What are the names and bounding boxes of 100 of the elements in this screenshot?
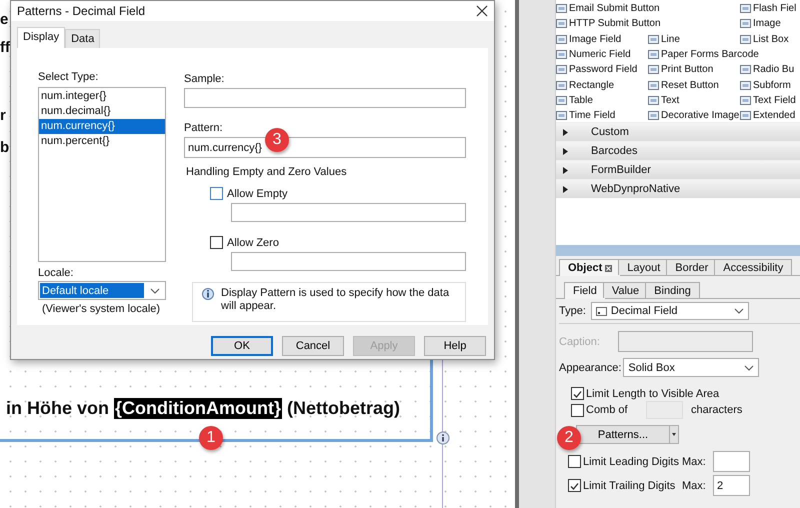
field-label: Max: [682, 456, 707, 468]
type-dropdown[interactable]: Decimal Field [590, 302, 749, 320]
category-header[interactable]: FormBuilder [556, 161, 800, 179]
checkbox[interactable] [568, 455, 581, 468]
library-item[interactable]: Image [753, 18, 781, 30]
dropdown-arrow-button[interactable] [670, 425, 679, 444]
value-field[interactable] [231, 203, 466, 222]
sample-field[interactable] [184, 88, 466, 108]
library-item[interactable]: Email Submit Button [569, 3, 660, 14]
category-header[interactable]: Barcodes [556, 142, 800, 160]
library-item[interactable]: Rectangle [569, 80, 614, 91]
field-label: Max: [682, 480, 707, 492]
list-item[interactable]: num.decimal{} [39, 104, 165, 119]
field-icon [596, 306, 607, 316]
dialog-button[interactable]: Cancel [282, 336, 344, 356]
form-element-icon [740, 34, 751, 45]
checkbox-label: characters [691, 404, 742, 416]
triangle-icon [562, 128, 569, 136]
checkbox[interactable] [210, 187, 223, 200]
library-item[interactable]: HTTP Submit Button [569, 18, 661, 30]
check-icon [570, 482, 579, 490]
library-item[interactable]: Flash Fiel [753, 3, 796, 14]
library-item[interactable]: Image Field [569, 34, 622, 45]
category-header[interactable]: Custom [556, 123, 800, 141]
canvas-text: in Höhe von [6, 398, 109, 419]
library-item[interactable]: Radio Bu [753, 64, 794, 76]
checkbox[interactable] [571, 387, 584, 400]
library-item[interactable]: Paper Forms Barcode [661, 49, 759, 60]
checkbox[interactable] [571, 404, 584, 416]
dialog-title: Patterns - Decimal Field [17, 4, 146, 18]
form-element-icon [740, 94, 751, 106]
field-label: Sample: [184, 73, 226, 85]
tab[interactable]: Accessibility [714, 259, 792, 275]
triangle-icon [562, 166, 569, 174]
list-item[interactable]: num.percent{} [39, 134, 165, 149]
library-item[interactable]: Print Button [661, 64, 714, 76]
value-field[interactable] [231, 252, 466, 271]
library-item[interactable]: Line [661, 34, 680, 45]
form-element-icon [556, 3, 567, 14]
checkbox-label: Allow Zero [227, 236, 279, 248]
max-digits-field[interactable] [713, 451, 750, 472]
appearance-dropdown[interactable]: Solid Box [623, 358, 760, 377]
form-element-icon [556, 94, 567, 106]
form-element-icon [648, 80, 659, 91]
library-item[interactable]: Time Field [569, 110, 616, 122]
field-label: Select Type: [38, 71, 100, 83]
text-fragment: ff [0, 40, 10, 56]
checkbox[interactable] [568, 479, 581, 492]
triangle-icon [562, 148, 569, 154]
number-badge: 2 [557, 426, 581, 450]
checkbox[interactable] [210, 236, 223, 249]
chevron-down-icon [744, 364, 754, 370]
dialog-button[interactable]: Help [424, 336, 486, 356]
tab[interactable]: Object [559, 259, 622, 276]
form-element-icon [556, 34, 567, 45]
form-element-icon [648, 34, 659, 45]
form-element-icon [740, 64, 751, 76]
library-item[interactable]: Decorative Image [661, 110, 740, 122]
form-element-icon [648, 94, 659, 106]
tab[interactable]: Display [17, 27, 66, 48]
info-text: Display Pattern is used to specify how the data will appear. [221, 287, 450, 314]
triangle-icon [562, 186, 569, 192]
field-label: Pattern: [184, 122, 224, 134]
form-element-icon [740, 18, 751, 30]
tab[interactable]: Field [564, 282, 606, 299]
checkbox-label: Limit Trailing Digits [583, 480, 676, 492]
library-item[interactable]: Text Field [753, 94, 796, 106]
list-item[interactable]: num.integer{} [39, 89, 165, 104]
close-icon [605, 264, 612, 272]
library-item[interactable]: Subform [753, 80, 791, 91]
library-item[interactable]: Numeric Field [569, 49, 631, 60]
locale-note: (Viewer's system locale) [42, 303, 162, 315]
library-item[interactable]: Extended [753, 110, 796, 122]
text-field-placeholder[interactable]: {ConditionAmount} [114, 398, 282, 419]
patterns-button[interactable]: Patterns... [576, 425, 670, 444]
category-header[interactable]: WebDynproNative [556, 180, 800, 198]
library-item[interactable]: Text [661, 94, 680, 106]
close-icon [476, 5, 488, 17]
text-fragment: b [0, 140, 10, 156]
text-fragment: r [0, 108, 6, 124]
form-element-icon [556, 110, 567, 122]
max-digits-field[interactable]: 2 [713, 475, 750, 496]
dialog-button[interactable]: OK [211, 336, 273, 356]
form-element-icon [648, 110, 659, 122]
checkbox-label: Limit Length to Visible Area [586, 388, 720, 400]
caret-icon [672, 433, 676, 436]
library-item[interactable]: List Box [753, 34, 789, 45]
form-element-icon [648, 49, 659, 60]
checkbox-label: Limit Leading Digits [583, 456, 680, 468]
form-element-icon [648, 64, 659, 76]
locale-dropdown[interactable]: Default locale [38, 281, 166, 300]
library-item[interactable]: Table [569, 94, 593, 106]
form-element-icon [740, 110, 751, 122]
form-element-icon [556, 80, 567, 91]
tab[interactable]: Binding [645, 282, 700, 298]
list-item[interactable]: num.currency{} [39, 119, 165, 134]
library-item[interactable]: Password Field [569, 64, 638, 76]
library-item[interactable]: Reset Button [661, 80, 719, 91]
text-fragment: e [0, 12, 8, 28]
tab[interactable]: Data [65, 29, 100, 48]
